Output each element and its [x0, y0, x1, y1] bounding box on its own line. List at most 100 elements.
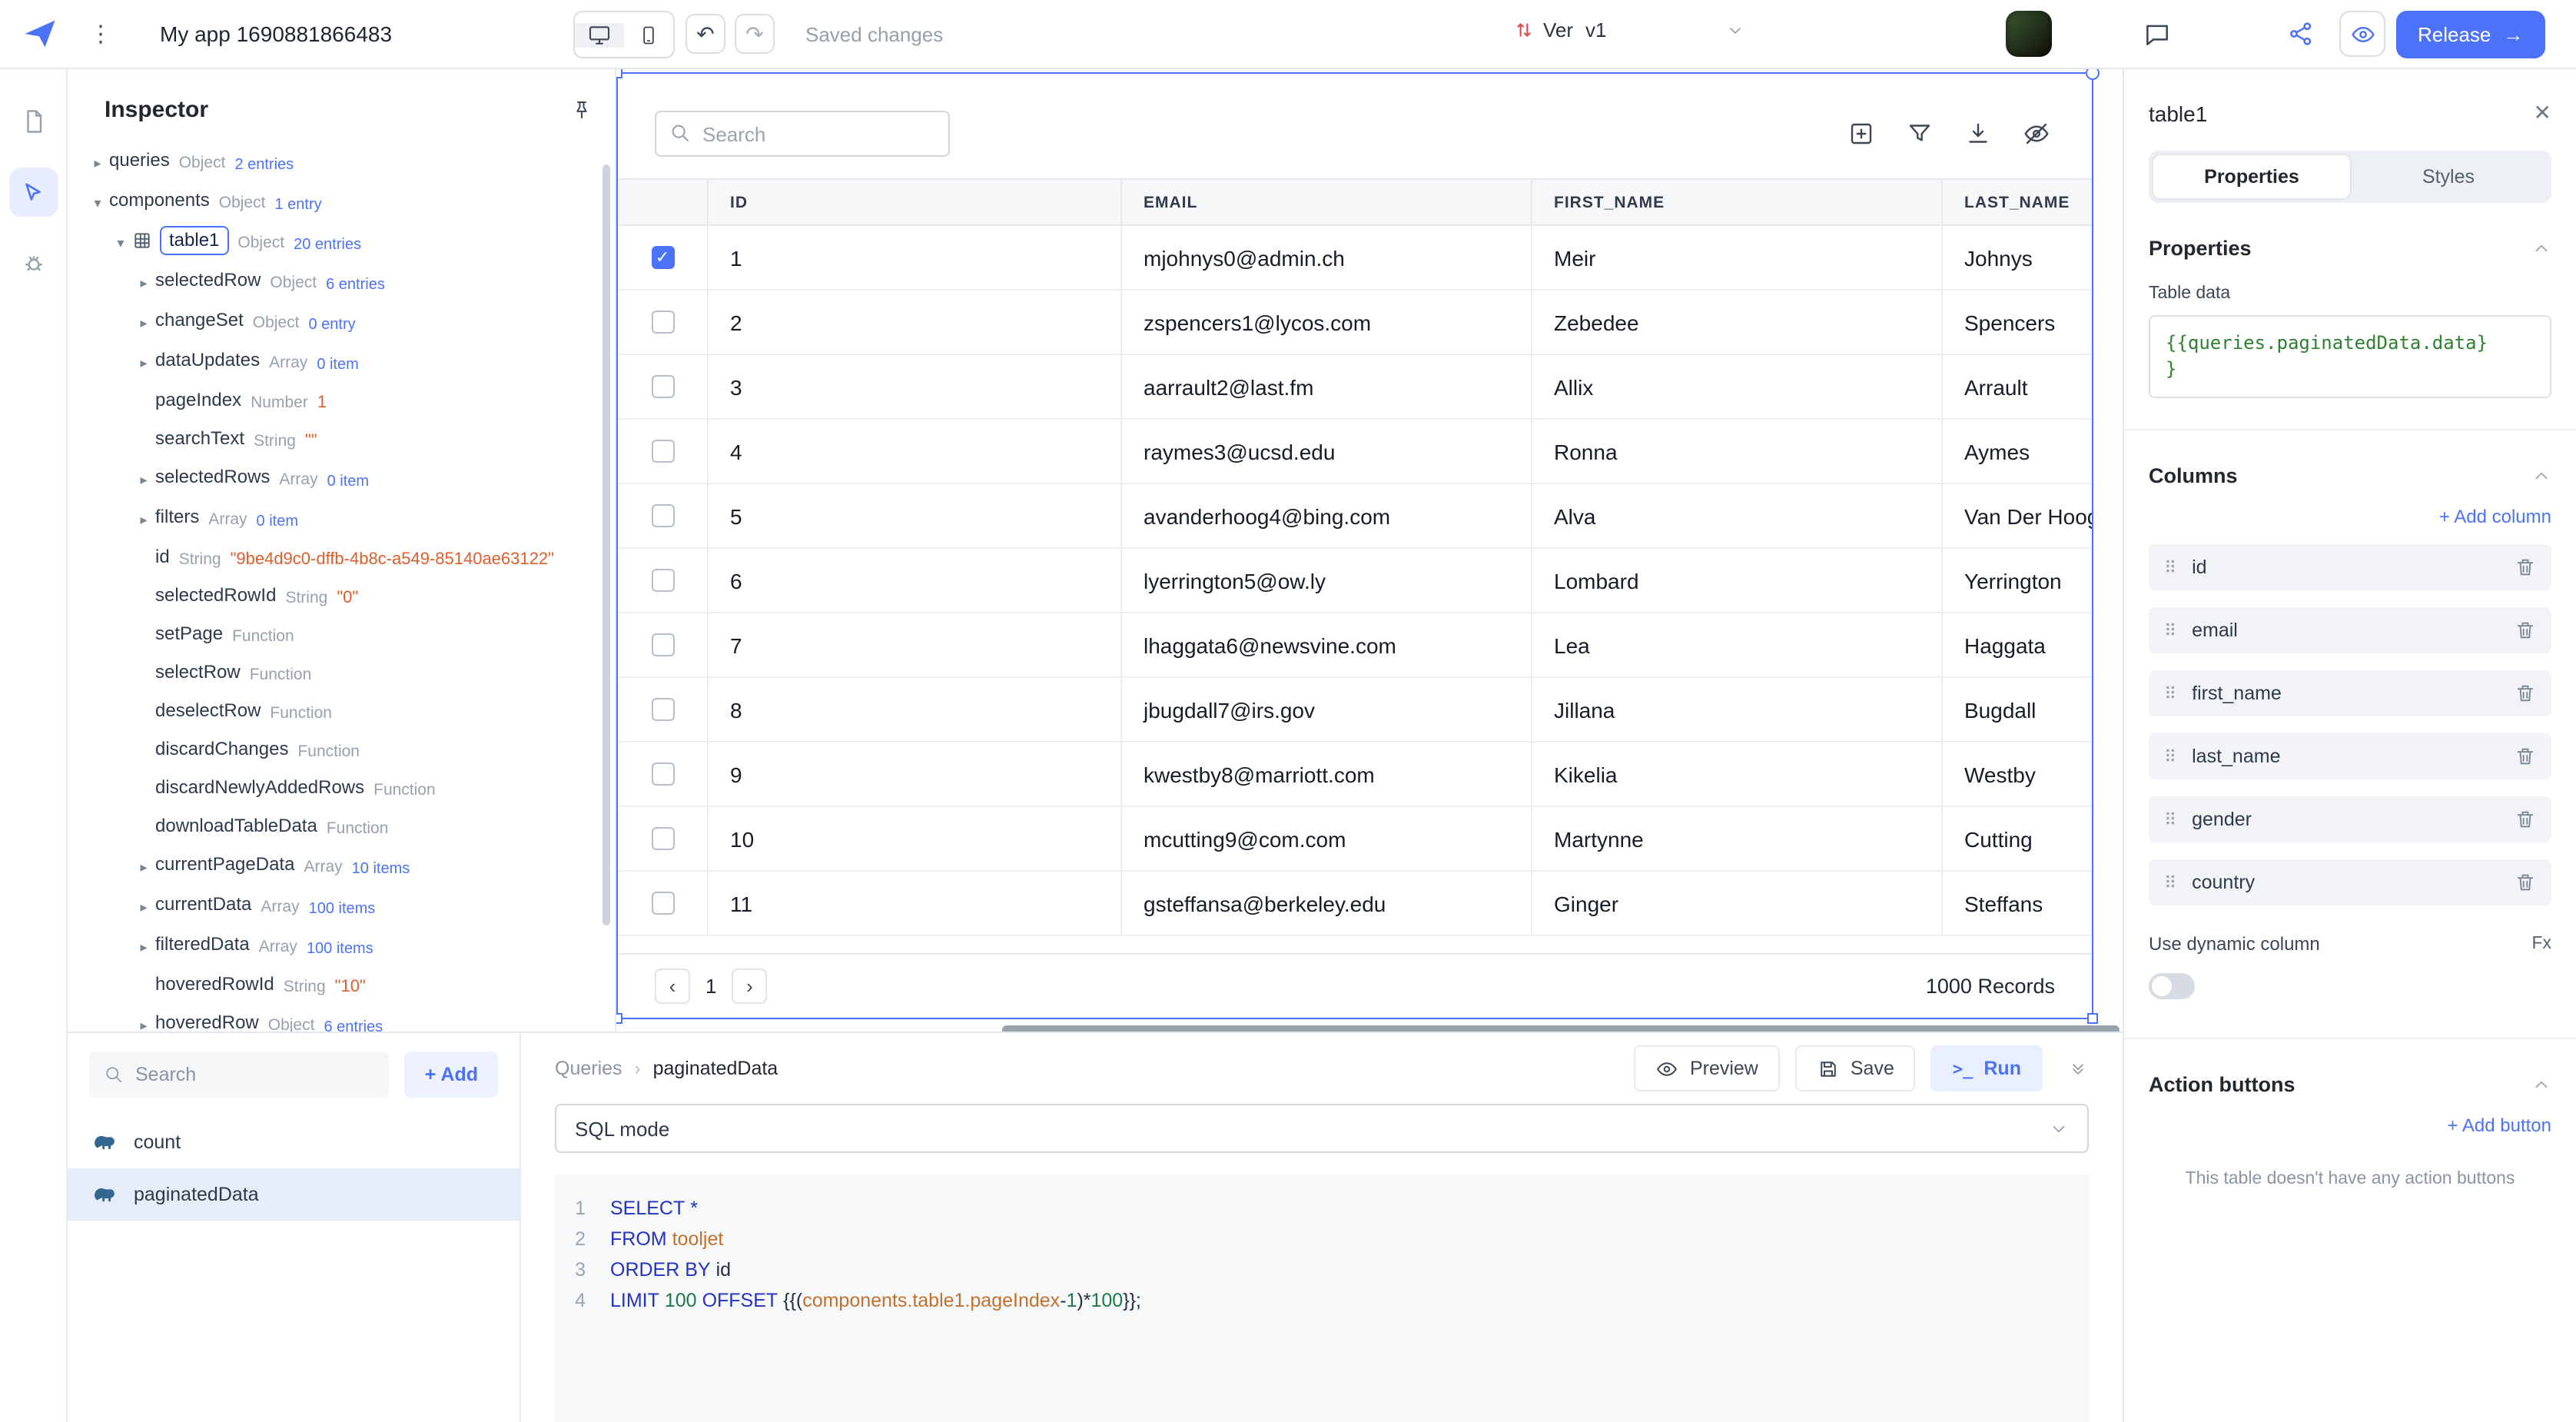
chevron-right-icon[interactable]: ▸ [132, 466, 155, 492]
dynamic-column-toggle[interactable] [2149, 973, 2195, 999]
hide-columns-icon[interactable] [2018, 115, 2055, 152]
drag-handle-icon[interactable]: ⠿ [2164, 872, 2176, 892]
tree-node-components[interactable]: ▾componentsObject1 entry [68, 183, 615, 223]
tooljet-logo[interactable] [20, 14, 60, 54]
column-header-last_name[interactable]: LAST_NAME [1943, 180, 2092, 224]
chevron-down-icon[interactable]: ▾ [109, 229, 132, 255]
column-header-email[interactable]: EMAIL [1122, 180, 1532, 224]
mobile-view-button[interactable] [624, 24, 673, 45]
app-menu-kebab-icon[interactable]: ⋮ [89, 20, 112, 48]
query-mode-select[interactable]: SQL mode [555, 1104, 2089, 1153]
desktop-view-button[interactable] [575, 22, 624, 47]
table-row[interactable]: 10mcutting9@com.comMartynneCutting [618, 807, 2092, 872]
tree-node-pageIndex[interactable]: pageIndexNumber1 [68, 383, 615, 421]
release-button[interactable]: Release→ [2396, 11, 2544, 58]
chevron-up-icon[interactable] [2531, 466, 2551, 486]
table-data-input[interactable]: {{queries.paginatedData.data} } [2149, 315, 2551, 398]
row-checkbox[interactable] [651, 762, 674, 786]
chevron-right-icon[interactable]: ▸ [132, 1012, 155, 1032]
add-action-button[interactable]: + Add button [2149, 1115, 2551, 1136]
trash-icon[interactable] [2515, 683, 2536, 704]
column-header-id[interactable]: ID [709, 180, 1122, 224]
pages-icon[interactable] [8, 97, 58, 146]
redo-button[interactable]: ↷ [735, 14, 775, 54]
resize-handle[interactable] [616, 1013, 622, 1024]
tree-node-selectedRowId[interactable]: selectedRowIdString"0" [68, 578, 615, 616]
row-checkbox[interactable] [651, 827, 674, 850]
table-row[interactable]: 6lyerrington5@ow.lyLombardYerrington [618, 549, 2092, 613]
breadcrumb-root[interactable]: Queries [555, 1058, 622, 1079]
drag-handle-icon[interactable]: ⠿ [2164, 620, 2176, 640]
chevron-right-icon[interactable]: ▸ [132, 853, 155, 879]
tree-node-hoveredRowId[interactable]: hoveredRowIdString"10" [68, 967, 615, 1005]
add-column-button[interactable]: + Add column [2149, 506, 2551, 527]
chevron-right-icon[interactable]: ▸ [132, 269, 155, 295]
tree-node-discardNewlyAddedRows[interactable]: discardNewlyAddedRowsFunction [68, 770, 615, 809]
add-query-button[interactable]: + Add [405, 1052, 498, 1098]
drag-handle-icon[interactable]: ⠿ [2164, 683, 2176, 703]
tree-node-setPage[interactable]: setPageFunction [68, 616, 615, 655]
tab-properties[interactable]: Properties [2153, 155, 2350, 198]
run-query-button[interactable]: >_ Run [1931, 1045, 2043, 1091]
pin-panel-icon[interactable] [570, 98, 593, 121]
version-selector[interactable]: Ver v1 [1514, 18, 1744, 42]
drag-handle-icon[interactable]: ⠿ [2164, 746, 2176, 766]
row-checkbox[interactable]: ✓ [651, 246, 674, 269]
column-item-country[interactable]: ⠿country [2149, 859, 2551, 905]
inspector-scrollbar[interactable] [603, 164, 610, 925]
table-row[interactable]: 3aarrault2@last.fmAllixArrault [618, 355, 2092, 420]
comments-icon[interactable] [2143, 20, 2172, 49]
column-item-email[interactable]: ⠿email [2149, 607, 2551, 653]
share-icon[interactable] [2287, 20, 2315, 48]
widget-config-handle[interactable] [2086, 69, 2100, 80]
tree-node-hoveredRow[interactable]: ▸hoveredRowObject6 entries [68, 1005, 615, 1032]
tab-styles[interactable]: Styles [2350, 155, 2547, 198]
chevron-right-icon[interactable]: ▸ [132, 933, 155, 959]
table-row[interactable]: 9kwestby8@marriott.comKikeliaWestby [618, 743, 2092, 807]
sql-code-editor[interactable]: 1SELECT *2FROM tooljet3ORDER BY id4LIMIT… [555, 1174, 2089, 1422]
collapse-query-panel-icon[interactable] [2067, 1058, 2089, 1079]
trash-icon[interactable] [2515, 746, 2536, 767]
tree-node-id[interactable]: idString"9be4d9c0-dffb-4b8c-a549-85140ae… [68, 540, 615, 578]
tree-node-currentData[interactable]: ▸currentDataArray100 items [68, 887, 615, 927]
column-item-last_name[interactable]: ⠿last_name [2149, 733, 2551, 779]
download-icon[interactable] [1960, 115, 1997, 152]
add-row-icon[interactable] [1843, 115, 1880, 152]
tree-node-filteredData[interactable]: ▸filteredDataArray100 items [68, 927, 615, 967]
chevron-right-icon[interactable]: ▸ [132, 506, 155, 532]
query-search-input[interactable] [89, 1052, 390, 1098]
chevron-down-icon[interactable]: ▾ [86, 189, 109, 215]
query-item-count[interactable]: count [68, 1116, 520, 1168]
prev-page-button[interactable]: ‹ [655, 968, 690, 1004]
debugger-icon[interactable] [8, 238, 58, 287]
row-checkbox[interactable] [651, 892, 674, 915]
column-header-first_name[interactable]: FIRST_NAME [1532, 180, 1943, 224]
table-row[interactable]: 2zspencers1@lycos.comZebedeeSpencers [618, 291, 2092, 355]
table-row[interactable]: 7lhaggata6@newsvine.comLeaHaggata [618, 613, 2092, 678]
row-checkbox[interactable] [651, 440, 674, 463]
app-canvas[interactable]: IDEMAILFIRST_NAMELAST_NAME ✓1mjohnys0@ad… [616, 69, 2123, 1032]
table-row[interactable]: 5avanderhoog4@bing.comAlvaVan Der Hoog [618, 484, 2092, 549]
save-query-button[interactable]: Save [1795, 1045, 1916, 1091]
chevron-right-icon[interactable]: ▸ [132, 349, 155, 375]
row-checkbox[interactable] [651, 633, 674, 656]
tree-node-searchText[interactable]: searchTextString"" [68, 421, 615, 460]
row-checkbox[interactable] [651, 504, 674, 527]
row-checkbox[interactable] [651, 311, 674, 334]
tree-node-queries[interactable]: ▸queriesObject2 entries [68, 143, 615, 183]
trash-icon[interactable] [2515, 809, 2536, 830]
query-item-paginatedData[interactable]: paginatedData [68, 1168, 520, 1221]
close-icon[interactable]: ✕ [2534, 100, 2551, 126]
table-row[interactable]: ✓1mjohnys0@admin.chMeirJohnys [618, 226, 2092, 291]
row-checkbox[interactable] [651, 698, 674, 721]
row-checkbox[interactable] [651, 375, 674, 398]
trash-icon[interactable] [2515, 557, 2536, 578]
table-search-input[interactable] [655, 111, 950, 157]
column-item-gender[interactable]: ⠿gender [2149, 796, 2551, 842]
column-item-id[interactable]: ⠿id [2149, 544, 2551, 590]
table-row[interactable]: 4raymes3@ucsd.eduRonnaAymes [618, 420, 2092, 484]
trash-icon[interactable] [2515, 872, 2536, 893]
tree-node-selectedRow[interactable]: ▸selectedRowObject6 entries [68, 263, 615, 303]
tree-node-discardChanges[interactable]: discardChangesFunction [68, 732, 615, 770]
tree-node-filters[interactable]: ▸filtersArray0 item [68, 500, 615, 540]
